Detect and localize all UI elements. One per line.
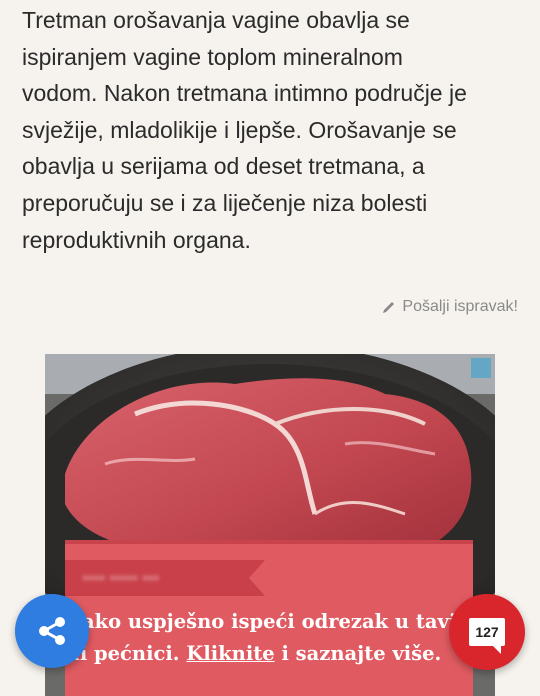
article-line: obavlja u serijama od deset tretmana, a [22,153,425,180]
article-line: reproduktivnih organa. [22,226,251,253]
share-icon [39,617,65,645]
ad-headline-line-2: ili pećnici. Kliknite i saznajte više. [65,638,473,670]
report-correction-link[interactable]: Pošalji ispravak! [382,298,518,316]
ad-headline[interactable]: Kako uspješno ispeći odrezak u tavi ili … [65,606,473,670]
advertisement[interactable]: ▪▪▪▪ ▪▪▪▪▪ ▪▪▪ Kako uspješno ispeći odre… [45,354,495,696]
pencil-icon [383,302,395,313]
article-line: svježije, mladolikije i ljepše. Orošavan… [22,116,457,143]
comment-icon: 127 [469,618,505,654]
comment-count: 127 [475,624,499,640]
article-line: preporučuju se i za liječenje niza boles… [22,189,428,216]
article-line: Tretman orošavanja vagine obavlja se [22,7,410,33]
article-paragraph: Tretman orošavanja vagine obavlja se isp… [22,2,522,258]
report-correction-label: Pošalji ispravak! [402,298,518,315]
comments-button[interactable]: 127 [449,594,525,670]
share-button[interactable] [15,594,89,668]
ad-choices-icon[interactable] [471,358,491,378]
ad-banner[interactable]: ▪▪▪▪ ▪▪▪▪▪ ▪▪▪ Kako uspješno ispeći odre… [65,540,473,696]
article-line: vodom. Nakon tretmana intimno područje j… [22,80,467,107]
ad-headline-suffix: i saznajte više. [281,642,442,665]
ad-cta-link[interactable]: Kliknite [186,642,274,665]
ad-ribbon-text: ▪▪▪▪ ▪▪▪▪▪ ▪▪▪ [83,570,160,585]
ad-headline-line-1: Kako uspješno ispeći odrezak u tavi [65,610,457,633]
ad-ribbon: ▪▪▪▪ ▪▪▪▪▪ ▪▪▪ [65,560,265,596]
article-line: ispiranjem vagine toplom mineralnom [22,43,403,70]
